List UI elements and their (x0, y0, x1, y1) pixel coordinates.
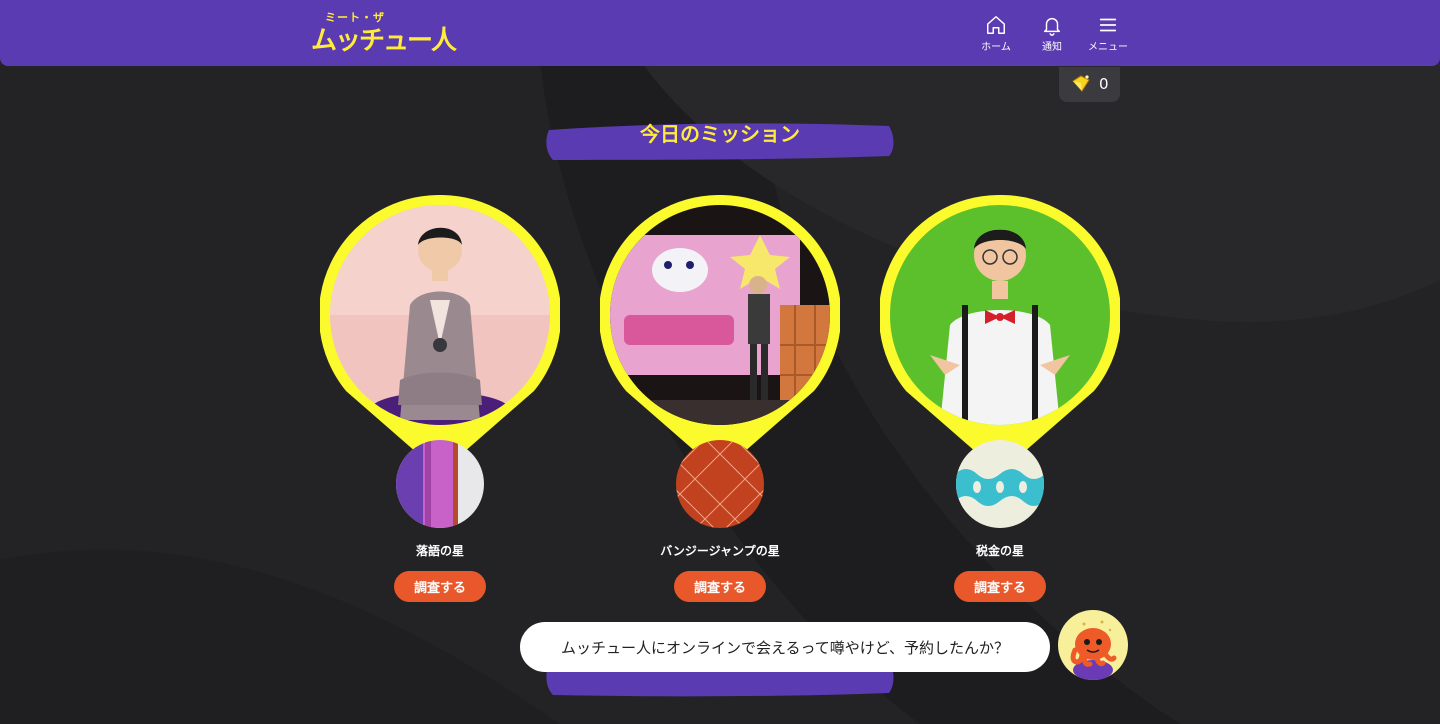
wave-planet-icon (956, 440, 1044, 528)
nav-home-label: ホーム (981, 42, 1011, 53)
mission-card-rakugo[interactable]: 落語の星 調査する (320, 195, 560, 605)
mission-card-bungee[interactable]: バンジージャンプの星 調査する (600, 195, 840, 605)
chat-message: ムッチュー人にオンラインで会えるって噂やけど、予約したんか？ (560, 639, 1010, 657)
nav-menu-label: メニュー (1088, 42, 1128, 53)
planet-name-bungee: バンジージャンプの星 (660, 544, 780, 558)
home-icon (987, 16, 1005, 34)
crosshatch-planet-icon (676, 440, 764, 528)
octopus-mascot-icon[interactable] (1058, 610, 1128, 680)
logo-main-text: ムッチュー人 (311, 26, 457, 56)
coin-icon (1072, 75, 1090, 92)
mission-photo-tax (890, 205, 1110, 425)
planet-name-tax: 税金の星 (975, 544, 1024, 558)
nav-notifications[interactable]: 通知 (1024, 14, 1080, 53)
bell-icon (1043, 17, 1061, 36)
mission-photo-bungee (610, 205, 830, 425)
menu-icon (1099, 18, 1117, 32)
investigate-button-rakugo[interactable]: 調査する (394, 571, 486, 602)
coin-balance-badge[interactable]: 0 (1059, 67, 1120, 102)
nav-home[interactable]: ホーム (968, 14, 1024, 53)
mission-photo-rakugo (330, 205, 550, 425)
app-logo[interactable]: ミート・ザ ムッチュー人 (311, 9, 457, 56)
mascot-chat-bubble[interactable]: ムッチュー人にオンラインで会えるって噂やけど、予約したんか？ (520, 622, 1050, 672)
mission-title: 今日のミッション (640, 122, 800, 146)
striped-planet-icon (396, 440, 484, 528)
planet-name-rakugo: 落語の星 (415, 544, 464, 558)
top-header: ミート・ザ ムッチュー人 ホーム 通知 メニュー (0, 0, 1440, 66)
mission-title-banner: 今日のミッション (545, 118, 895, 162)
nav-menu[interactable]: メニュー (1080, 14, 1136, 53)
nav-notifications-label: 通知 (1042, 42, 1062, 53)
mission-card-tax[interactable]: 税金の星 調査する (880, 195, 1120, 605)
coin-count: 0 (1099, 75, 1109, 93)
investigate-button-bungee[interactable]: 調査する (674, 571, 766, 602)
investigate-button-tax[interactable]: 調査する (954, 571, 1046, 602)
